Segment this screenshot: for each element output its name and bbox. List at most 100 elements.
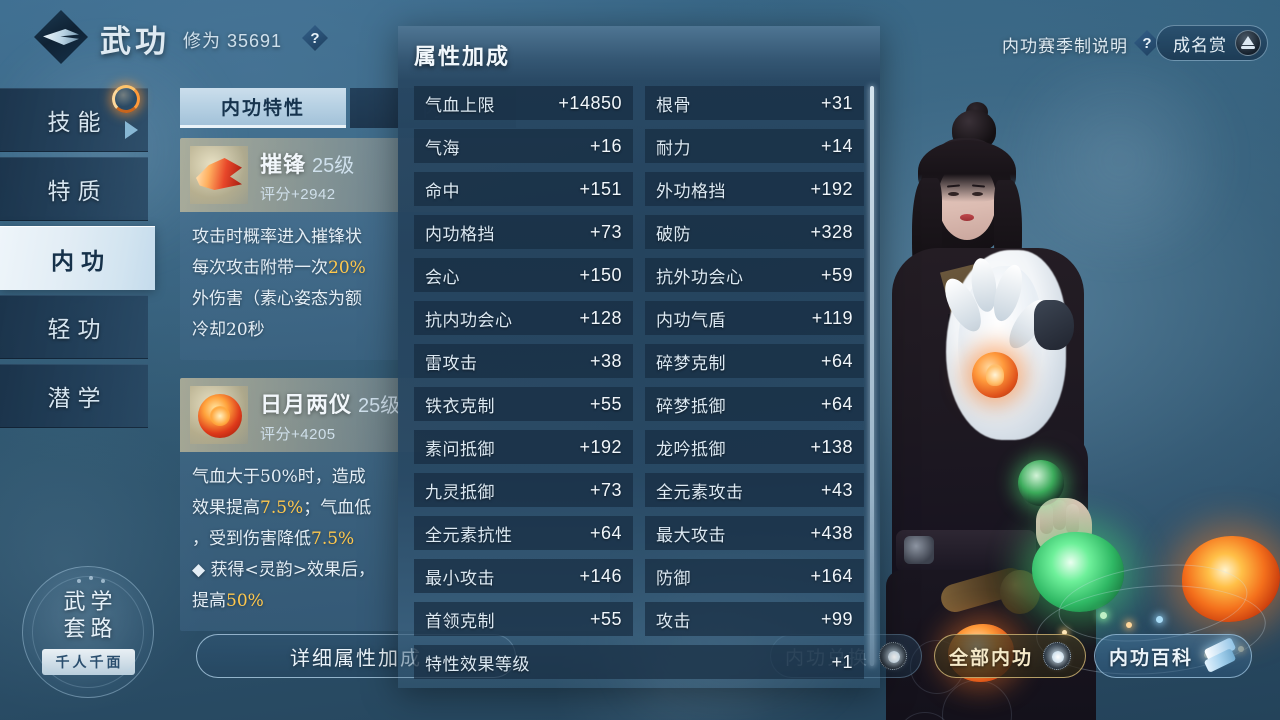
skill-score: 评分+2942 xyxy=(260,185,336,203)
sidebar-item-qinggong[interactable]: 轻功 xyxy=(0,295,148,359)
stat-value: +64 xyxy=(589,522,622,543)
neigong-wiki-label: 内功百科 xyxy=(1109,646,1194,669)
stat-value: +164 xyxy=(810,565,853,586)
stat-name: 外功格挡 xyxy=(656,181,726,202)
page-title: 武功 xyxy=(100,24,170,60)
stat-row: 防御 +164 xyxy=(645,559,864,593)
orbit-icon xyxy=(1043,642,1072,670)
attribute-bonus-modal: 属性加成 气血上限 +14850 根骨 +31 气海 +16 耐力 +14 命中 +151 外功格挡… xyxy=(398,26,880,688)
stat-value: +1 xyxy=(831,651,853,672)
stat-row: 气血上限 +14850 xyxy=(414,86,633,120)
stat-value: +55 xyxy=(589,608,622,629)
stat-row: 最大攻击 +438 xyxy=(645,516,864,550)
stat-row: 碎梦抵御 +64 xyxy=(645,387,864,421)
desc-text: 攻击时概率进入摧锋状 xyxy=(192,227,362,247)
stat-name: 耐力 xyxy=(656,138,691,159)
stat-row: 内功格挡 +73 xyxy=(414,215,633,249)
stat-value: +138 xyxy=(810,436,853,457)
skill-card-title: 摧锋 25级 xyxy=(260,147,354,179)
stat-value: +59 xyxy=(820,264,853,285)
stat-value: +73 xyxy=(589,479,622,500)
stat-row: 根骨 +31 xyxy=(645,86,864,120)
stat-name: 全元素攻击 xyxy=(656,482,744,503)
stat-name: 最小攻击 xyxy=(425,568,495,589)
stat-grid: 气血上限 +14850 根骨 +31 气海 +16 耐力 +14 命中 +151 外功格挡 +192 内… xyxy=(414,86,864,679)
stat-value: +73 xyxy=(589,221,622,242)
stat-row: 会心 +150 xyxy=(414,258,633,292)
sidebar-item-label: 技能 xyxy=(47,110,108,136)
all-neigong-label: 全部内功 xyxy=(949,646,1034,669)
desc-highlight: 50% xyxy=(226,591,264,611)
stat-value: +151 xyxy=(579,178,622,199)
sidebar-item-label: 轻功 xyxy=(47,317,108,343)
stat-name: 雷攻击 xyxy=(425,353,478,374)
stat-name: 最大攻击 xyxy=(656,525,726,546)
stat-value: +16 xyxy=(589,135,622,156)
wuxue-taolu-badge[interactable]: 武学 套路 千人千面 xyxy=(22,566,154,698)
modal-scrollbar[interactable] xyxy=(870,86,874,666)
stat-name: 碎梦克制 xyxy=(656,353,726,374)
stat-value: +99 xyxy=(820,608,853,629)
cultivation-help-icon[interactable]: ? xyxy=(302,25,328,51)
stat-row: 抗内功会心 +128 xyxy=(414,301,633,335)
desc-highlight: 20% xyxy=(328,258,366,278)
stat-value: +43 xyxy=(820,479,853,500)
scroll-icon xyxy=(1203,637,1237,673)
stat-name: 气血上限 xyxy=(425,95,495,116)
sidebar-item-neigong[interactable]: 内功 xyxy=(0,226,155,290)
stat-name: 破防 xyxy=(656,224,691,245)
cultivation-display: 修为 35691 xyxy=(183,27,282,53)
skill-name: 摧锋 xyxy=(260,151,307,178)
tab-neigong-texing[interactable]: 内功特性 xyxy=(180,88,346,128)
stat-name: 命中 xyxy=(425,181,460,202)
stat-name: 内功格挡 xyxy=(425,224,495,245)
modal-header: 属性加成 xyxy=(398,26,880,80)
fame-icon xyxy=(1235,30,1261,56)
stat-row: 龙吟抵御 +138 xyxy=(645,430,864,464)
sidebar-item-label: 特质 xyxy=(47,179,108,205)
desc-highlight: 7.5% xyxy=(311,529,355,549)
sidebar-item-jineng[interactable]: 技能 xyxy=(0,85,148,152)
modal-title: 属性加成 xyxy=(414,44,511,70)
notification-badge-icon xyxy=(112,85,140,113)
stat-value: +150 xyxy=(579,264,622,285)
desc-text: ；气血低 xyxy=(303,498,372,518)
stat-row: 外功格挡 +192 xyxy=(645,172,864,206)
fame-reward-button[interactable]: 成名赏 xyxy=(1156,25,1268,61)
stat-name: 抗外功会心 xyxy=(656,267,744,288)
stat-name: 碎梦抵御 xyxy=(656,396,726,417)
stat-name: 铁衣克制 xyxy=(425,396,495,417)
neigong-wiki-button[interactable]: 内功百科 xyxy=(1094,634,1253,678)
wugong-logo-icon xyxy=(34,10,88,64)
skill-level: 25级 xyxy=(312,154,355,177)
cultivation-label: 修为 xyxy=(183,31,221,51)
stat-value: +438 xyxy=(810,522,853,543)
stat-row: 九灵抵御 +73 xyxy=(414,473,633,507)
stat-value: +14 xyxy=(820,135,853,156)
stat-name: 特性效果等级 xyxy=(425,654,530,675)
stat-value: +192 xyxy=(579,436,622,457)
stat-list-area: 气血上限 +14850 根骨 +31 气海 +16 耐力 +14 命中 +151 外功格挡 +192 内… xyxy=(398,80,880,679)
skill-level: 25级 xyxy=(358,394,401,417)
sidebar-item-tezhi[interactable]: 特质 xyxy=(0,157,148,221)
stat-value: +64 xyxy=(820,350,853,371)
season-note-label[interactable]: 内功赛季制说明 xyxy=(1002,32,1128,57)
stat-name: 内功气盾 xyxy=(656,310,726,331)
stat-row: 内功气盾 +119 xyxy=(645,301,864,335)
stat-name: 首领克制 xyxy=(425,611,495,632)
sidebar-item-label: 内功 xyxy=(51,247,111,275)
all-neigong-button[interactable]: 全部内功 xyxy=(934,634,1087,678)
sidebar-item-qianxue[interactable]: 潜学 xyxy=(0,364,148,428)
stat-row: 首领克制 +55 xyxy=(414,602,633,636)
stat-row-last: 特性效果等级 +1 xyxy=(414,645,864,679)
stat-row: 最小攻击 +146 xyxy=(414,559,633,593)
stat-name: 防御 xyxy=(656,568,691,589)
desc-text: 每次攻击附带一次 xyxy=(192,258,328,278)
stat-name: 龙吟抵御 xyxy=(656,439,726,460)
stat-name: 攻击 xyxy=(656,611,691,632)
stat-row: 气海 +16 xyxy=(414,129,633,163)
desc-highlight: 7.5% xyxy=(260,498,304,518)
stat-row: 全元素抗性 +64 xyxy=(414,516,633,550)
stat-row: 抗外功会心 +59 xyxy=(645,258,864,292)
chevron-right-icon xyxy=(125,121,138,139)
